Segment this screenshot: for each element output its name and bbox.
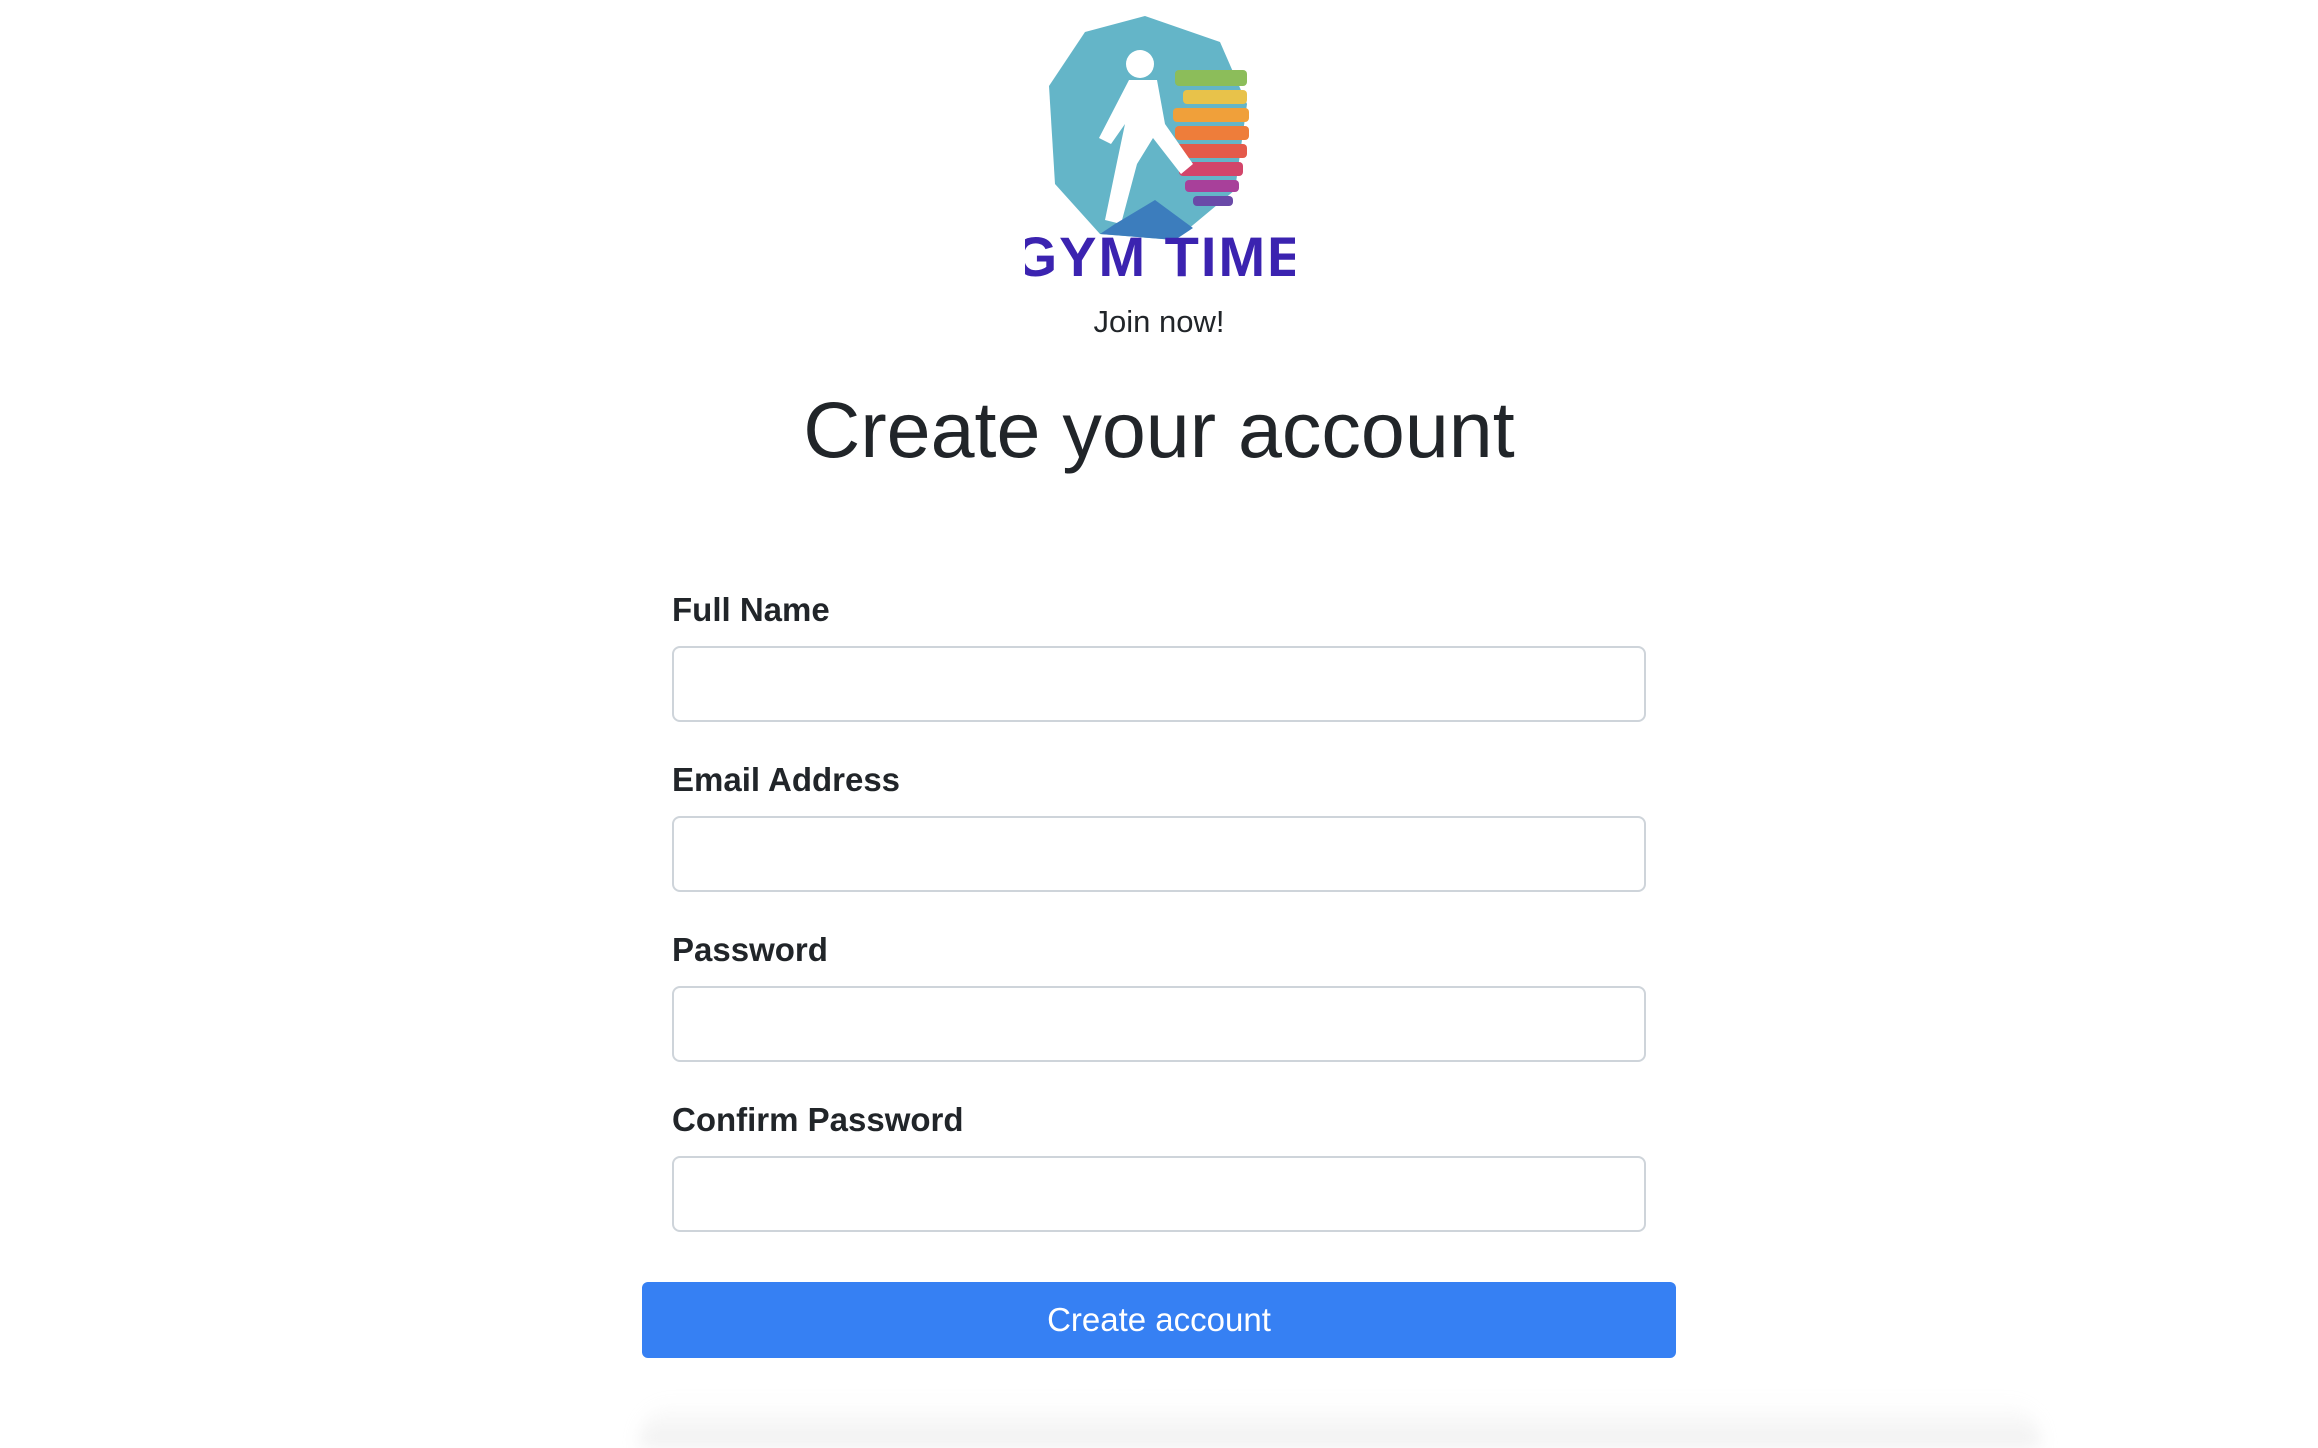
signup-form: Full Name Email Address Password Confirm… (672, 590, 1646, 1232)
brand-name: GYM TIME (1025, 225, 1295, 286)
email-field: Email Address (672, 760, 1646, 892)
password-label: Password (672, 931, 828, 968)
full-name-field: Full Name (672, 590, 1646, 722)
confirm-password-field: Confirm Password (672, 1100, 1646, 1232)
page-title: Create your account (803, 385, 1515, 474)
create-account-button[interactable]: Create account (642, 1282, 1676, 1358)
password-input[interactable] (672, 986, 1646, 1062)
confirm-password-label: Confirm Password (672, 1101, 964, 1138)
tagline: Join now! (1093, 304, 1225, 339)
password-field: Password (672, 930, 1646, 1062)
full-name-label: Full Name (672, 591, 830, 628)
confirm-password-input[interactable] (672, 1156, 1646, 1232)
card-shadow (640, 1400, 2040, 1448)
email-input[interactable] (672, 816, 1646, 892)
full-name-input[interactable] (672, 646, 1646, 722)
gym-time-logo: GYM TIME (1025, 14, 1295, 286)
signup-page: GYM TIME Join now! Create your account F… (0, 0, 2318, 1448)
email-label: Email Address (672, 761, 901, 798)
